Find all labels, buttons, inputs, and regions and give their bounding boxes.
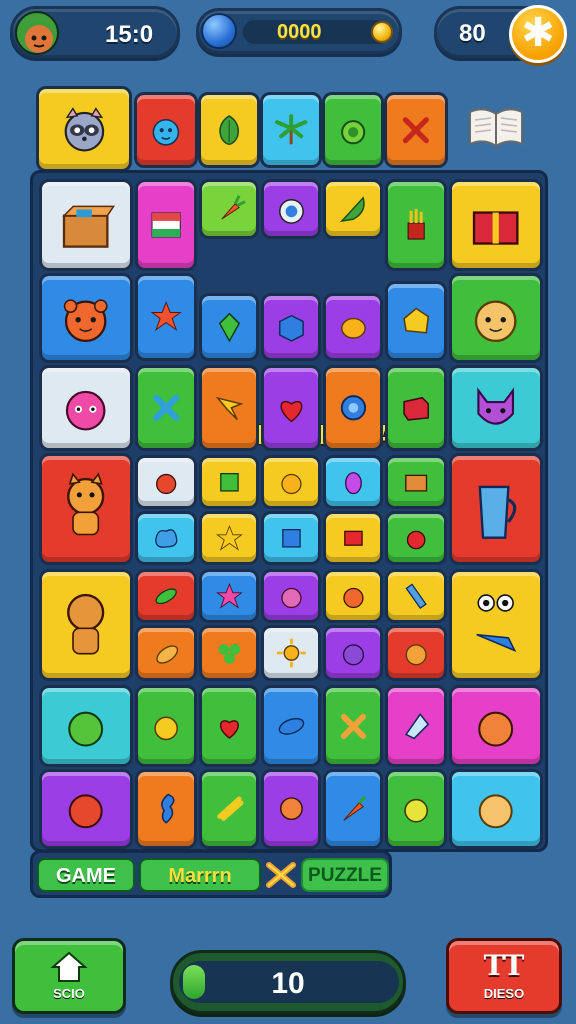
tile-clover[interactable]: [199, 625, 259, 681]
player-avatar-icon[interactable]: [15, 11, 59, 55]
tile-bread[interactable]: [135, 625, 197, 681]
cross-icon: [263, 859, 299, 891]
home-label: SCIO: [53, 986, 85, 1001]
moves-counter: 10: [170, 950, 406, 1014]
tile-orange-face[interactable]: [323, 569, 383, 623]
tile-gift[interactable]: [449, 179, 543, 271]
tile-leaf[interactable]: [198, 92, 260, 168]
tile-orange-x[interactable]: [323, 685, 383, 767]
tile-x-blue[interactable]: [135, 365, 197, 451]
tile-lemon[interactable]: [323, 293, 383, 361]
tile-blue-cat[interactable]: [134, 92, 198, 168]
tile-red-box[interactable]: [385, 365, 447, 451]
restart-label: DIESO: [483, 986, 525, 1001]
tile-carrot[interactable]: [199, 179, 259, 239]
tile-red-bear[interactable]: [39, 769, 133, 849]
home-button[interactable]: SCIO: [12, 938, 126, 1014]
score-pill: 0000: [196, 8, 402, 54]
tile-kitten[interactable]: [261, 455, 321, 509]
tile-pink-star[interactable]: [199, 569, 259, 623]
timer-pill: 15:0: [10, 6, 180, 58]
tile-pink-blob[interactable]: [39, 365, 133, 451]
tile-lion[interactable]: [449, 273, 543, 363]
tile-cheese[interactable]: [385, 281, 447, 361]
top-tile-row: [30, 86, 454, 174]
tile-blue-bar[interactable]: [385, 569, 447, 623]
tile-green-monster[interactable]: [39, 685, 133, 767]
tile-crate[interactable]: [385, 455, 447, 509]
tile-cube-blue[interactable]: [261, 293, 321, 361]
stars-pill: 80 ✱: [434, 5, 567, 63]
moves-text: 10: [271, 967, 305, 1000]
match-label[interactable]: Marrrn: [139, 858, 261, 892]
tile-orange-cat[interactable]: [449, 685, 543, 767]
tile-tomato[interactable]: [385, 511, 447, 565]
tile-pickle[interactable]: [135, 569, 197, 623]
tile-orange-ball[interactable]: [261, 769, 321, 849]
tile-crystal[interactable]: [385, 685, 447, 767]
tile-red-cube[interactable]: [323, 511, 383, 565]
tile-carrot-blue[interactable]: [323, 769, 383, 849]
tile-palm[interactable]: [260, 92, 322, 168]
game-board: UHAAENAAH: [30, 170, 548, 852]
tile-arrow[interactable]: [199, 365, 259, 451]
tile-red-heart[interactable]: [199, 685, 259, 767]
tile-cross[interactable]: [384, 92, 448, 168]
home-icon: [15, 949, 123, 991]
tile-bear-red[interactable]: [39, 273, 133, 363]
tile-chest[interactable]: [39, 179, 133, 271]
restart-button[interactable]: TT DIESO: [446, 938, 562, 1014]
tile-blue-capsule[interactable]: [261, 685, 321, 767]
coin-icon: [371, 21, 393, 43]
tile-turtle[interactable]: [322, 92, 384, 168]
gem-icon: [201, 13, 237, 49]
tile-pink-pig[interactable]: [261, 569, 321, 623]
score-text: 0000: [277, 21, 322, 43]
timer-text: 15:0: [105, 21, 154, 48]
tile-seahorse[interactable]: [135, 769, 197, 849]
tile-leaf-card[interactable]: [323, 179, 383, 239]
tile-red-bug[interactable]: [135, 455, 197, 509]
tile-potion[interactable]: [261, 179, 321, 239]
game-label[interactable]: GAME: [37, 858, 135, 892]
tile-bananas[interactable]: [199, 769, 259, 849]
tile-bear-brown[interactable]: [39, 569, 133, 681]
tile-purple-cat[interactable]: [449, 365, 543, 451]
tile-cup[interactable]: [449, 453, 543, 565]
tile-heart[interactable]: [261, 365, 321, 451]
restart-glyph: TT: [483, 949, 525, 982]
label-bar: GAME Marrrn PUZZLE: [30, 850, 392, 898]
tile-egg[interactable]: [323, 455, 383, 509]
tile-sun[interactable]: [261, 625, 321, 681]
star-icon[interactable]: ✱: [509, 5, 567, 63]
tile-gem-green[interactable]: [199, 293, 259, 361]
tile-green-cube[interactable]: [199, 455, 259, 509]
tile-lemon-face[interactable]: [385, 769, 447, 849]
puzzle-label[interactable]: PUZZLE: [301, 858, 389, 892]
tile-ring[interactable]: [323, 365, 383, 451]
tile-yellow-bird[interactable]: [135, 685, 197, 767]
tile-splash[interactable]: [135, 511, 197, 565]
tile-blue-cube[interactable]: [261, 511, 321, 565]
book-icon[interactable]: [466, 104, 526, 150]
tile-eyes-rocket[interactable]: [449, 569, 543, 681]
tile-lion-small[interactable]: [385, 625, 447, 681]
tile-tan-lion[interactable]: [449, 769, 543, 849]
tile-star-yellow[interactable]: [199, 511, 259, 565]
tile-pencils[interactable]: [385, 179, 447, 271]
tile-purple-cat-small[interactable]: [323, 625, 383, 681]
tile-raccoon[interactable]: [36, 86, 132, 172]
tile-flag[interactable]: [135, 179, 197, 271]
tile-starfish[interactable]: [135, 273, 197, 361]
tile-fox[interactable]: [39, 453, 133, 565]
stars-count: 80: [459, 20, 486, 47]
